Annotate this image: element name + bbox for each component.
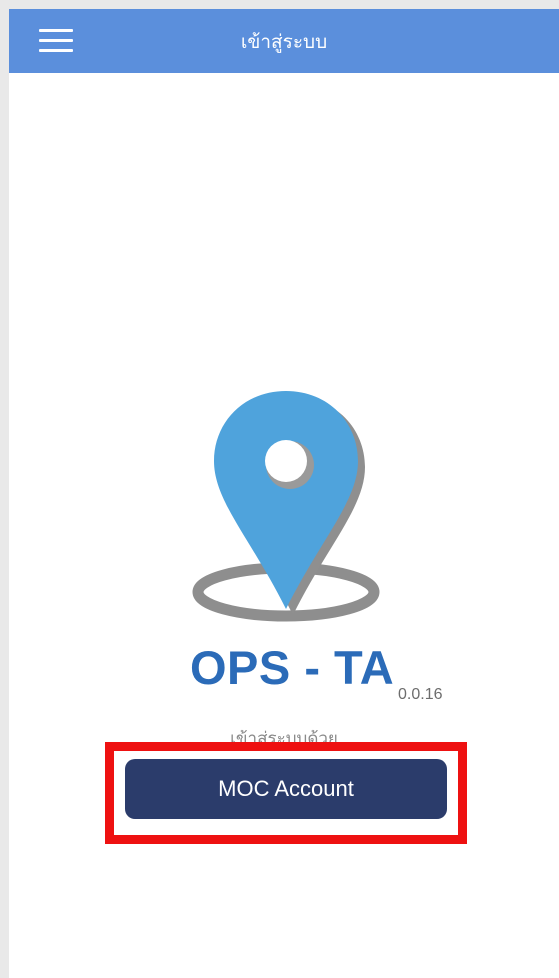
app-version: 0.0.16 xyxy=(398,686,443,703)
page-title: เข้าสู่ระบบ xyxy=(240,31,328,53)
moc-account-button[interactable]: MOC Account xyxy=(125,759,447,819)
app-screen: เข้าสู่ระบบ OPS - TA 0.0.16 เข้าสู่ระบบด… xyxy=(9,9,559,978)
app-bar: เข้าสู่ระบบ xyxy=(9,9,559,73)
app-name: OPS - TA xyxy=(190,641,395,694)
map-pin-icon xyxy=(192,391,380,622)
